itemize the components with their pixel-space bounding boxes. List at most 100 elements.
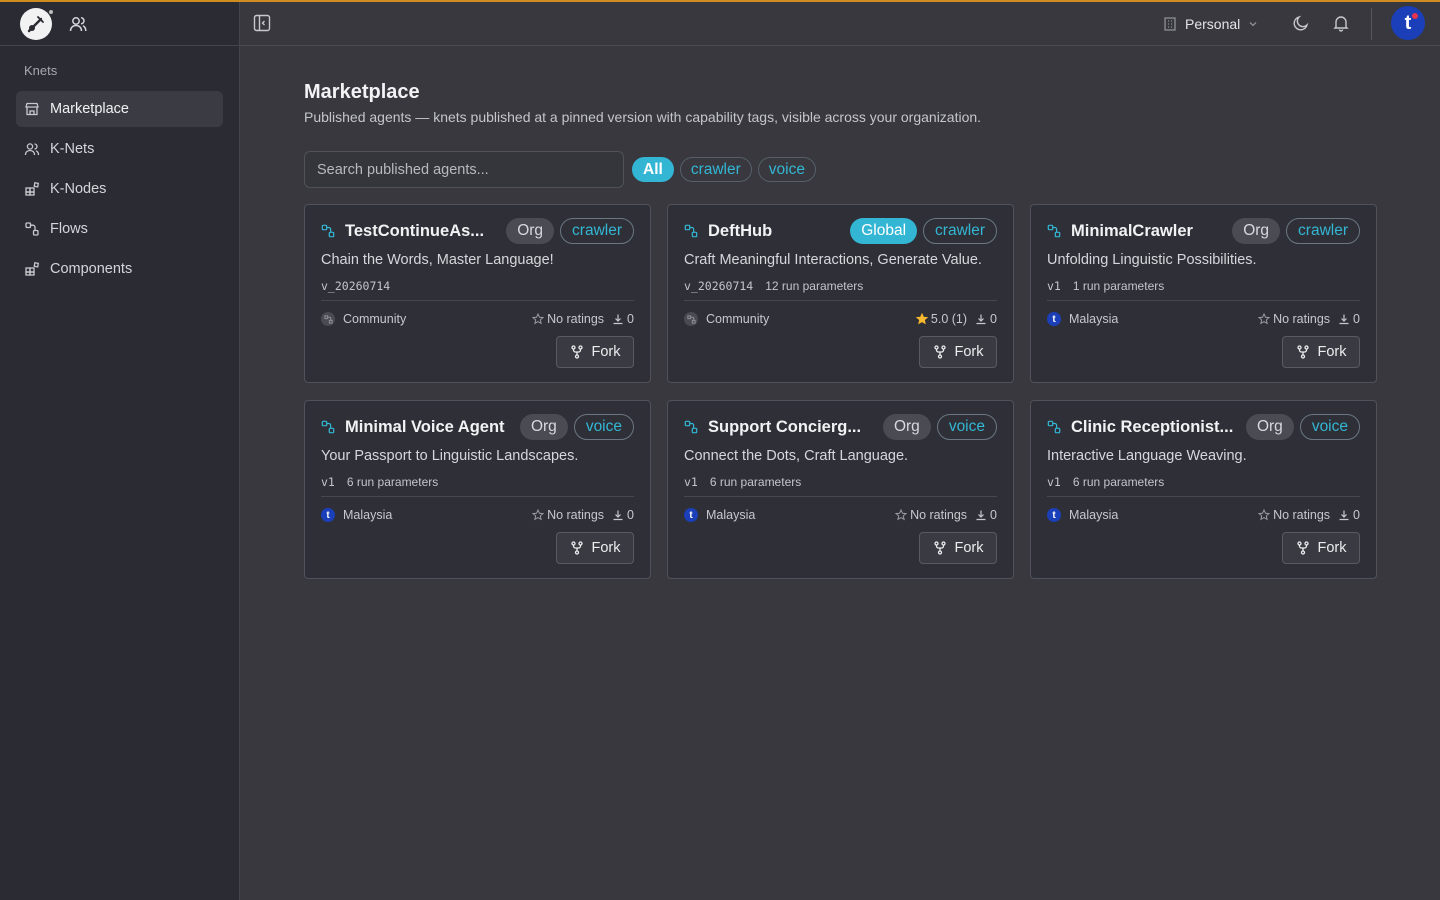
card-owner: t Malaysia [684,508,895,522]
card-run-params: 6 run parameters [709,475,802,489]
flow-icon [25,222,39,236]
notifications-button[interactable] [1331,13,1351,33]
scope-badge: Org [519,414,568,440]
fork-button[interactable]: Fork [556,336,634,368]
rating-text: No ratings [1273,312,1331,326]
fork-button[interactable]: Fork [1282,336,1360,368]
sidebar-item-label: K-Nodes [50,181,107,197]
card-divider [321,300,634,301]
downloads-stat: 0 [975,508,997,522]
flow-icon [1047,420,1061,434]
sidebar-item-marketplace[interactable]: Marketplace [16,91,223,127]
card-header: DeftHub Global crawler [684,218,997,244]
workspace-switcher[interactable]: Personal [1162,11,1259,37]
agent-card[interactable]: MinimalCrawler Org crawler Unfolding Lin… [1030,204,1377,383]
sidebar-item-k-nodes[interactable]: K-Nodes [16,171,223,207]
tag-badge: crawler [923,218,997,244]
sidebar-item-label: Components [50,261,133,277]
owner-name: Community [706,312,770,326]
owner-icon: t [321,508,335,522]
card-meta: v1 1 run parameters [1047,279,1164,293]
team-icon[interactable] [68,14,88,34]
sidebar-item-label: K-Nets [50,141,95,157]
sidebar-item-k-nets[interactable]: K-Nets [16,131,223,167]
filter-chip-voice[interactable]: voice [757,157,816,182]
card-footer: Community 5.0 (1) 0 [684,310,997,328]
card-footer: t Malaysia No ratings 0 [1047,310,1360,328]
card-title[interactable]: Support Concierg... [708,418,883,437]
card-title[interactable]: Clinic Receptionist... [1071,418,1246,437]
card-title[interactable]: Minimal Voice Agent [345,418,520,437]
app-logo-icon [27,15,44,32]
filter-chip-crawler[interactable]: crawler [679,157,752,182]
agent-card[interactable]: Support Concierg... Org voice Connect th… [667,400,1014,579]
filter-chips: All crawler voice [632,157,816,182]
store-icon [25,102,39,116]
flow-icon [684,224,698,238]
agent-card[interactable]: Minimal Voice Agent Org voice Your Passp… [304,400,651,579]
card-version: v1 [1047,475,1061,489]
fork-button[interactable]: Fork [919,336,997,368]
downloads-stat: 0 [612,508,634,522]
download-icon [1339,510,1349,521]
card-meta: v_20260714 12 run parameters [684,279,863,293]
agent-card[interactable]: TestContinueAs... Org crawler Chain the … [304,204,651,383]
owner-icon: t [1047,508,1061,522]
star-icon [1258,509,1271,521]
card-footer: Community No ratings 0 [321,310,634,328]
workspace-label: Personal [1185,16,1241,32]
fork-button[interactable]: Fork [1282,532,1360,564]
sidebar-item-flows[interactable]: Flows [16,211,223,247]
theme-toggle-button[interactable] [1291,13,1311,33]
card-title[interactable]: MinimalCrawler [1071,222,1232,241]
fork-icon [933,541,946,555]
card-header: Minimal Voice Agent Org voice [321,414,634,440]
download-icon [976,510,986,521]
user-avatar[interactable]: t [1391,6,1425,40]
agent-card[interactable]: Clinic Receptionist... Org voice Interac… [1030,400,1377,579]
building-icon [1164,17,1176,31]
card-run-params: 6 run parameters [346,475,439,489]
sidebar-item-label: Flows [50,221,88,237]
fork-label: Fork [1317,540,1347,556]
fork-label: Fork [591,344,621,360]
tag-badge: crawler [560,218,634,244]
bell-icon [1333,16,1349,32]
blocks-icon [25,262,40,276]
card-header: Support Concierg... Org voice [684,414,997,440]
download-icon [613,314,623,325]
filter-chip-all[interactable]: All [632,157,674,182]
owner-name: Malaysia [1069,508,1119,522]
card-version: v1 [321,475,335,489]
card-version: v1 [684,475,698,489]
agent-card[interactable]: DeftHub Global crawler Craft Meaningful … [667,204,1014,383]
blocks-icon [25,182,40,196]
rating-text: 5.0 (1) [930,312,968,326]
owner-icon: t [1047,312,1061,326]
fork-label: Fork [591,540,621,556]
flow-icon [321,420,335,434]
scope-badge: Org [882,414,931,440]
star-icon [532,509,545,521]
downloads-stat: 0 [612,312,634,326]
card-title[interactable]: DeftHub [708,222,850,241]
card-title[interactable]: TestContinueAs... [345,222,506,241]
card-stats: No ratings 0 [532,312,634,326]
sidebar-item-components[interactable]: Components [16,251,223,287]
sidebar-toggle-button[interactable] [252,13,272,33]
fork-button[interactable]: Fork [919,532,997,564]
card-owner: t Malaysia [1047,312,1258,326]
rating-stat: No ratings [532,312,604,326]
card-owner: t Malaysia [1047,508,1258,522]
agent-grid: TestContinueAs... Org crawler Chain the … [304,204,1377,579]
card-header: MinimalCrawler Org crawler [1047,218,1360,244]
rating-stat: 5.0 (1) [915,312,968,326]
moon-icon [1293,15,1309,31]
card-badges: Org voice [519,414,634,440]
panel-left-icon [253,14,271,32]
search-input[interactable] [304,151,624,188]
fork-button[interactable]: Fork [556,532,634,564]
card-stats: 5.0 (1) 0 [915,312,997,326]
app-logo[interactable] [20,7,53,40]
card-description: Your Passport to Linguistic Landscapes. [321,448,579,464]
